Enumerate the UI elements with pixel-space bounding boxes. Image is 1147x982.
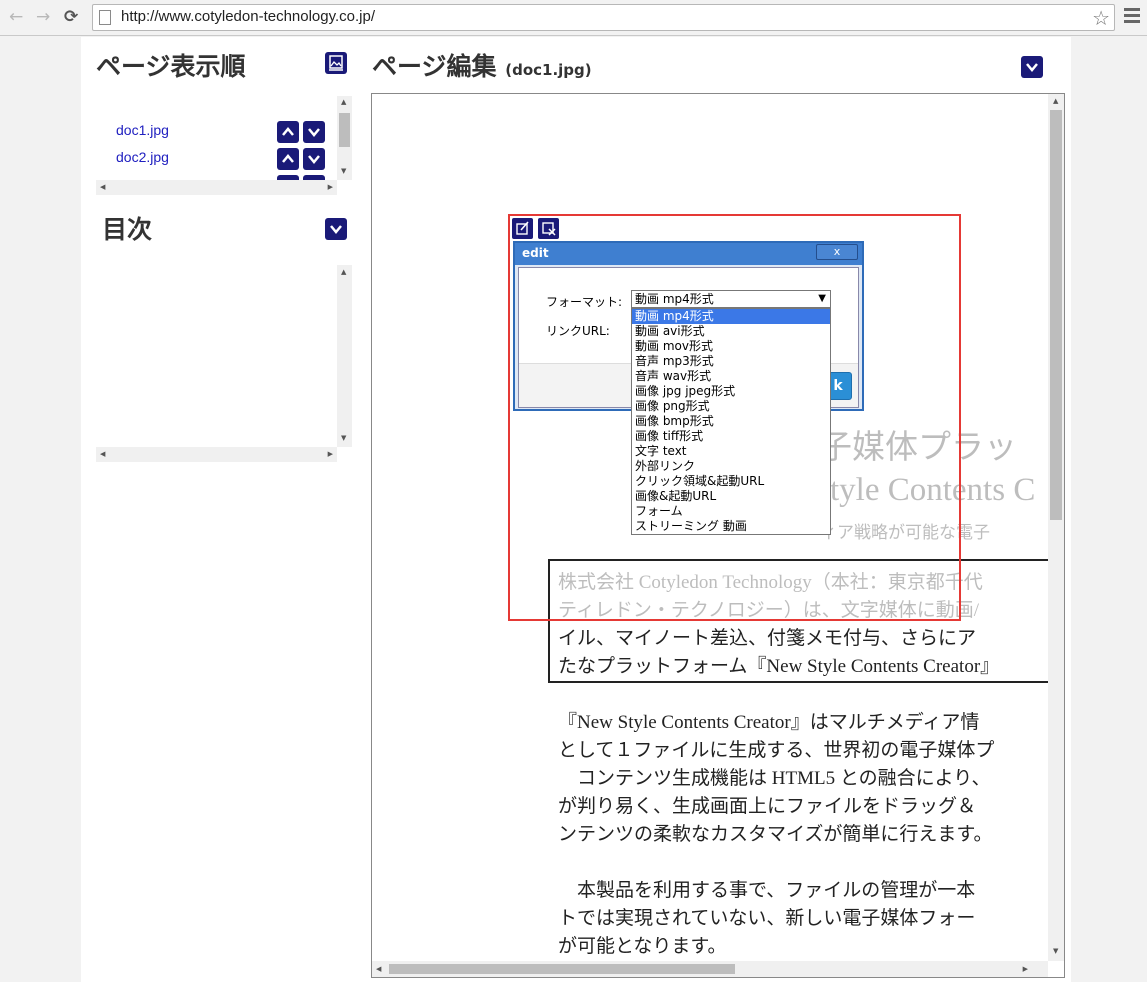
format-option[interactable]: 画像 tiff形式	[632, 429, 830, 444]
format-option[interactable]: 音声 wav形式	[632, 369, 830, 384]
format-option[interactable]: 動画 mp4形式	[632, 309, 830, 324]
format-dropdown-list[interactable]: 動画 mp4形式 動画 avi形式 動画 mov形式 音声 mp3形式 音声 w…	[631, 308, 831, 535]
scrollbar-thumb[interactable]	[1050, 110, 1062, 520]
move-down-button[interactable]	[303, 121, 325, 143]
list-item: doc2.jpg	[116, 147, 169, 171]
doc-paragraph-line: コンテンツ生成機能は HTML5 との融合により、	[558, 768, 991, 789]
format-option[interactable]: 画像 png形式	[632, 399, 830, 414]
format-select[interactable]: 動画 mp4形式 ▼	[631, 290, 831, 308]
scrollbar-thumb[interactable]	[389, 964, 735, 974]
image-view-button[interactable]	[325, 52, 347, 74]
delete-icon	[542, 222, 556, 236]
format-option[interactable]: 文字 text	[632, 444, 830, 459]
page-order-title: ページ表示順	[96, 52, 246, 81]
doc-paragraph-line: が可能となります。	[558, 936, 727, 957]
format-option[interactable]: 画像 bmp形式	[632, 414, 830, 429]
edit-icon	[516, 221, 529, 235]
page-link-doc1[interactable]: doc1.jpg	[116, 122, 169, 138]
chevron-down-icon	[308, 128, 320, 137]
chevron-up-icon	[282, 154, 294, 163]
back-icon[interactable]: ←	[9, 6, 23, 28]
browser-toolbar: ← → ⟳ http://www.cotyledon-technology.co…	[0, 0, 1147, 36]
delete-region-button[interactable]	[538, 218, 559, 239]
format-label: フォーマット:	[546, 295, 623, 309]
move-up-button[interactable]	[277, 148, 299, 170]
format-option[interactable]: 画像 jpg jpeg形式	[632, 384, 830, 399]
dialog-title: edit	[515, 243, 862, 265]
doc-paragraph-line: 『New Style Contents Creator』はマルチメディア情	[558, 712, 980, 733]
doc-paragraph-line: トでは実現されていない、新しい電子媒体フォー	[558, 908, 976, 929]
page-editor-canvas[interactable]: 子媒体プラッ tyle Contents C ィア戦略が可能な電子 株式会社 C…	[371, 93, 1065, 978]
doc-box-line: イル、マイノート差込、付箋メモ付与、さらにア	[558, 628, 977, 649]
browser-menu-icon[interactable]	[1124, 8, 1140, 26]
chevron-down-icon	[308, 155, 320, 164]
dropdown-caret-icon: ▼	[818, 293, 826, 304]
format-option[interactable]: 動画 avi形式	[632, 324, 830, 339]
scrollbar-thumb[interactable]	[339, 113, 350, 147]
vertical-scrollbar[interactable]: ▲ ▼	[337, 96, 352, 180]
editor-title-text: ページ編集	[372, 52, 497, 81]
editor-toggle-button[interactable]	[1021, 56, 1043, 78]
format-option[interactable]: 画像&起動URL	[632, 489, 830, 504]
page-link-doc2[interactable]: doc2.jpg	[116, 149, 169, 165]
doc-paragraph-line: が判り易く、生成画面上にファイルをドラッグ＆	[558, 796, 977, 817]
editor-title: ページ編集 (doc1.jpg)	[372, 47, 592, 83]
move-down-button[interactable]	[303, 148, 325, 170]
forward-icon[interactable]: →	[36, 6, 50, 28]
vertical-scrollbar[interactable]: ▲ ▼	[1048, 94, 1064, 961]
toc-title: 目次	[102, 215, 153, 244]
format-option[interactable]: ストリーミング 動画	[632, 519, 830, 534]
format-option[interactable]: フォーム	[632, 504, 830, 519]
bookmark-star-icon[interactable]: ☆	[1092, 6, 1110, 30]
horizontal-scrollbar[interactable]: ◀ ▶	[372, 961, 1048, 977]
vertical-scrollbar[interactable]: ▲ ▼	[337, 265, 352, 447]
reload-icon[interactable]: ⟳	[64, 6, 78, 28]
format-option[interactable]: 外部リンク	[632, 459, 830, 474]
list-item: doc1.jpg	[116, 120, 169, 144]
chevron-down-icon	[330, 225, 342, 234]
doc-paragraph-line: ンテンツの柔軟なカスタマイズが簡単に行えます。	[558, 824, 993, 845]
toc-toggle-button[interactable]	[325, 218, 347, 240]
chevron-up-icon	[282, 127, 294, 136]
move-up-button[interactable]	[277, 121, 299, 143]
doc-box-line: たなプラットフォーム『New Style Contents Creator』	[558, 656, 1000, 677]
format-select-value: 動画 mp4形式	[635, 292, 714, 306]
horizontal-scrollbar[interactable]: ◀ ▶	[96, 180, 337, 195]
format-option[interactable]: 音声 mp3形式	[632, 354, 830, 369]
address-bar[interactable]: http://www.cotyledon-technology.co.jp/ ☆	[92, 4, 1115, 31]
page-icon	[99, 10, 111, 25]
doc-paragraph-line: として１ファイルに生成する、世界初の電子媒体プ	[558, 740, 995, 761]
url-text[interactable]: http://www.cotyledon-technology.co.jp/	[121, 8, 375, 25]
format-option[interactable]: 動画 mov形式	[632, 339, 830, 354]
horizontal-scrollbar[interactable]: ◀ ▶	[96, 447, 337, 462]
link-url-label: リンクURL:	[546, 324, 610, 338]
edit-region-button[interactable]	[512, 218, 533, 239]
toc-list	[96, 265, 337, 447]
dialog-close-button[interactable]: x	[816, 244, 858, 260]
page-content: ページ表示順 doc1.jpg doc2.jpg ▲ ▼ ◀ ▶ 目次 ▲ ▼ …	[81, 37, 1071, 982]
chevron-down-icon	[1026, 63, 1038, 72]
image-icon	[329, 55, 343, 71]
doc-paragraph-line: 本製品を利用する事で、ファイルの管理が一本	[558, 880, 976, 901]
current-file-name: (doc1.jpg)	[505, 61, 592, 79]
format-option[interactable]: クリック領域&起動URL	[632, 474, 830, 489]
